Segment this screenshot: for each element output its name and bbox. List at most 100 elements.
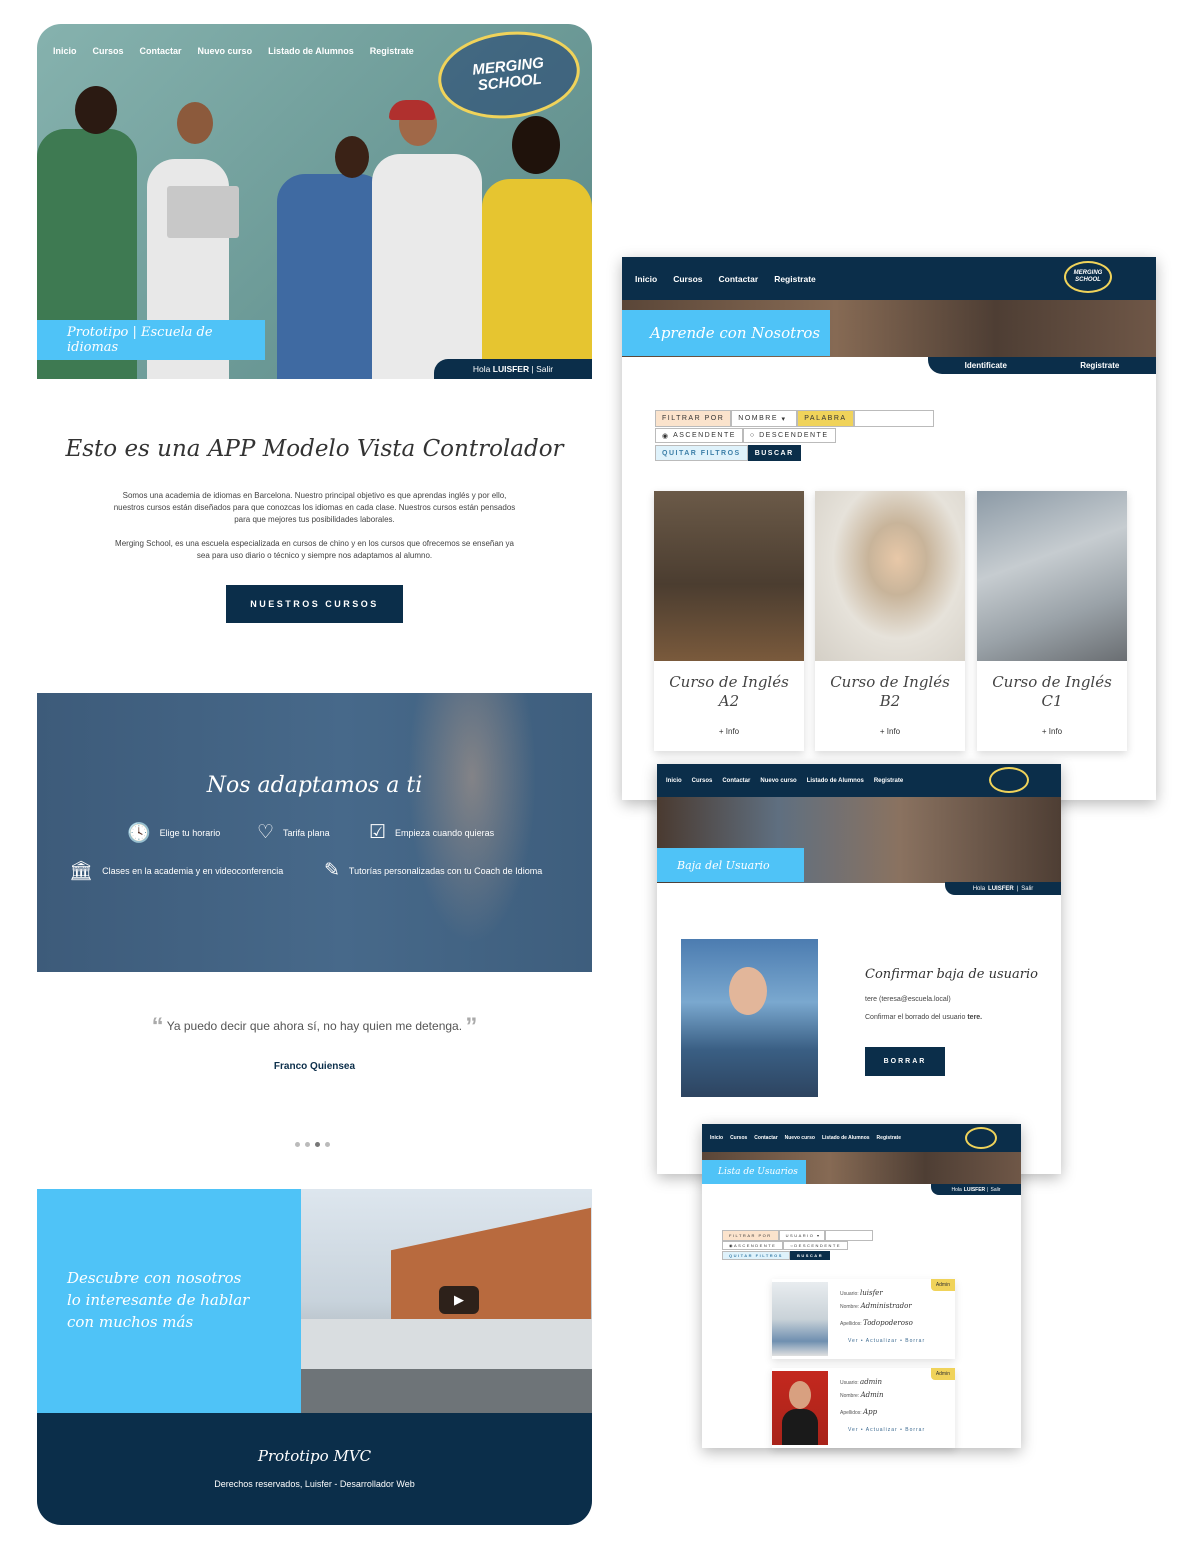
nav-contactar[interactable]: Contactar: [722, 778, 750, 784]
course-image: [977, 491, 1127, 661]
nav-cursos[interactable]: Cursos: [93, 46, 124, 56]
filter-select[interactable]: USUARIO ▾: [778, 1230, 825, 1241]
logo-icon[interactable]: [989, 767, 1029, 793]
buscar-button[interactable]: BUSCAR: [747, 445, 801, 461]
course-title: Curso de Inglés B2: [815, 673, 965, 711]
nav-inicio[interactable]: Inicio: [710, 1135, 723, 1141]
nav-listado-alumnos[interactable]: Listado de Alumnos: [268, 46, 354, 56]
calendar-check-icon: ☑: [369, 822, 387, 843]
carousel-dots: [295, 1142, 330, 1147]
descubre-line-1: Descubre con nosotros: [67, 1269, 242, 1287]
carousel-dot[interactable]: [325, 1142, 330, 1147]
nuestros-cursos-button[interactable]: NUESTROS CURSOS: [226, 585, 403, 623]
nav-nuevo-curso[interactable]: Nuevo curso: [198, 46, 253, 56]
banner-title: Aprende con Nosotros: [622, 310, 830, 356]
identificate-link[interactable]: Identificate: [965, 361, 1007, 370]
user-nombre: Nombre: Administrador: [840, 1302, 912, 1310]
user-nombre: Nombre: Admin: [840, 1391, 884, 1399]
desc-radio[interactable]: ○ DESCENDENTE: [783, 1241, 848, 1250]
clock-icon: 🕓: [127, 823, 151, 844]
salir-link[interactable]: Salir: [1021, 886, 1033, 892]
nav-inicio[interactable]: Inicio: [635, 274, 657, 284]
logo[interactable]: MERGING SCHOOL: [433, 24, 585, 126]
nav-registrate[interactable]: Registrate: [877, 1135, 901, 1141]
nav-registrate[interactable]: Registrate: [370, 46, 414, 56]
nav-nuevo-curso[interactable]: Nuevo curso: [760, 778, 796, 784]
course-card[interactable]: Curso de Inglés B2 + Info: [815, 491, 965, 751]
carousel-dot-active[interactable]: [315, 1142, 320, 1147]
filter-actions: QUITAR FILTROS BUSCAR: [655, 445, 801, 461]
course-image: [654, 491, 804, 661]
confirm-text-label: Confirmar el borrado del usuario: [865, 1014, 966, 1021]
user-usuario: Usuario: admin: [840, 1378, 882, 1386]
apellidos-label: Apellidos:: [840, 1410, 862, 1416]
logo-icon[interactable]: [965, 1127, 997, 1149]
adapt-title: Nos adaptamos a ti: [206, 773, 423, 798]
nav-listado-alumnos[interactable]: Listado de Alumnos: [807, 778, 864, 784]
quote-text: Ya puedo decir que ahora sí, no hay quie…: [166, 1019, 463, 1033]
nav-registrate[interactable]: Registrate: [874, 778, 903, 784]
usuario-value: admin: [860, 1378, 883, 1386]
nav-contactar[interactable]: Contactar: [754, 1135, 777, 1141]
feature-label: Elige tu horario: [159, 828, 221, 838]
feature-label: Tutorías personalizadas con tu Coach de …: [348, 865, 543, 876]
play-icon[interactable]: ▶: [439, 1286, 479, 1314]
logo[interactable]: MERGING SCHOOL: [1064, 261, 1112, 293]
course-card[interactable]: Curso de Inglés A2 + Info: [654, 491, 804, 751]
filter-actions: QUITAR FILTROS BUSCAR: [722, 1251, 831, 1260]
nav-inicio[interactable]: Inicio: [666, 778, 682, 784]
salir-link[interactable]: Salir: [990, 1187, 1000, 1193]
course-title-line1: Curso de Inglés: [669, 673, 789, 691]
usuario-label: Usuario:: [840, 1291, 859, 1297]
user-name: LUISFER: [492, 364, 530, 374]
salir-link[interactable]: Salir: [536, 364, 553, 374]
quitar-filtros-button[interactable]: QUITAR FILTROS: [722, 1251, 790, 1260]
nav-registrate[interactable]: Registrate: [774, 274, 816, 284]
nav-nuevo-curso[interactable]: Nuevo curso: [785, 1135, 815, 1141]
hola-label: Hola: [972, 885, 986, 892]
user-greeting: Hola LUISFER | Salir: [945, 882, 1061, 895]
buscar-button[interactable]: BUSCAR: [789, 1251, 831, 1260]
filter-label: FILTRAR POR: [655, 410, 732, 427]
nav-contactar[interactable]: Contactar: [719, 274, 759, 284]
borrar-button[interactable]: BORRAR: [865, 1047, 945, 1076]
palabra-input[interactable]: [853, 410, 934, 427]
confirm-text: Confirmar el borrado del usuario tere.: [865, 1014, 982, 1021]
carousel-dot[interactable]: [295, 1142, 300, 1147]
nav-inicio[interactable]: Inicio: [53, 46, 77, 56]
asc-radio[interactable]: ◉ ASCENDENTE: [655, 428, 743, 443]
desc-radio[interactable]: ○ DESCENDENTE: [742, 428, 836, 443]
nav-contactar[interactable]: Contactar: [140, 46, 182, 56]
filter-select[interactable]: NOMBRE ▾: [731, 410, 798, 427]
course-info-link[interactable]: + Info: [654, 727, 804, 736]
apellidos-value: App: [863, 1408, 878, 1416]
institution-icon: 🏛: [69, 861, 94, 882]
course-title-line2: C1: [1041, 692, 1063, 710]
nav-cursos[interactable]: Cursos: [673, 274, 702, 284]
registrate-link[interactable]: Registrate: [1080, 361, 1119, 370]
feature-empieza: ☑ Empieza cuando quieras: [369, 821, 494, 844]
logo-text-bottom: SCHOOL: [1075, 277, 1101, 283]
filter-select-value: USUARIO: [785, 1233, 815, 1238]
user-actions[interactable]: Ver • Actualizar • Borrar: [848, 1427, 925, 1433]
nav-cursos[interactable]: Cursos: [692, 778, 713, 784]
search-input[interactable]: [824, 1230, 873, 1241]
footer-text: Derechos reservados, Luisfer - Desarroll…: [214, 1479, 415, 1489]
quitar-filtros-button[interactable]: QUITAR FILTROS: [655, 445, 748, 461]
feature-tarifa: ♡ Tarifa plana: [257, 821, 330, 844]
confirm-user: tere.: [967, 1014, 983, 1021]
baja-page: Inicio Cursos Contactar Nuevo curso List…: [657, 764, 1061, 1174]
nav-cursos[interactable]: Cursos: [730, 1135, 747, 1141]
carousel-dot[interactable]: [305, 1142, 310, 1147]
user-actions[interactable]: Ver • Actualizar • Borrar: [848, 1338, 925, 1344]
user-photo: [772, 1371, 828, 1445]
course-info-link[interactable]: + Info: [815, 727, 965, 736]
nav-listado-alumnos[interactable]: Listado de Alumnos: [822, 1135, 870, 1141]
course-info-link[interactable]: + Info: [977, 727, 1127, 736]
asc-radio[interactable]: ◉ ASCENDENTE: [722, 1241, 784, 1250]
course-card[interactable]: Curso de Inglés C1 + Info: [977, 491, 1127, 751]
desc-label: DESCENDENTE: [759, 432, 829, 439]
usuario-value: luisfer: [860, 1289, 883, 1297]
feature-label: Clases en la academia y en videoconferen…: [102, 866, 284, 876]
nombre-value: Admin: [860, 1391, 884, 1399]
